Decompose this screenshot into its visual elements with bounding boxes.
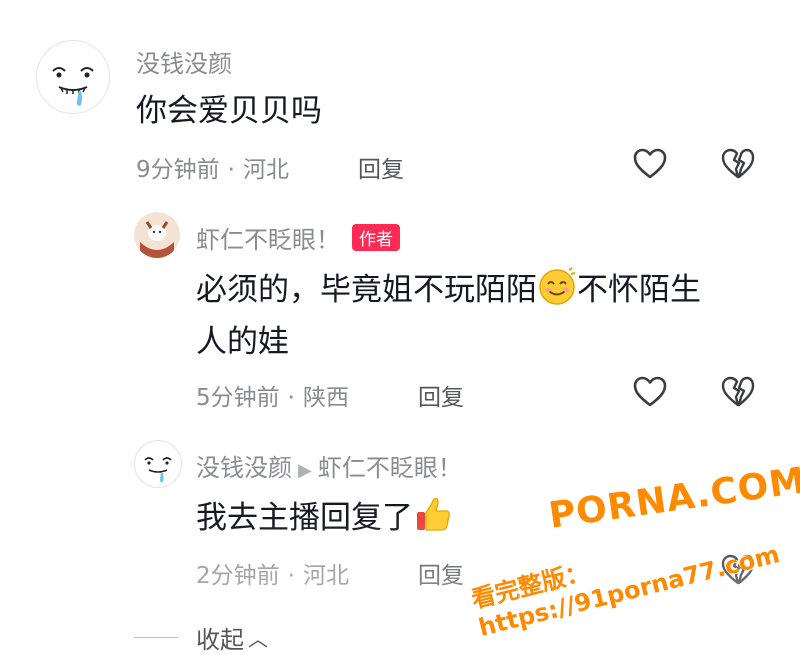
author-username[interactable]: 虾仁不眨眼！ (196, 226, 340, 254)
comment-text-part: 人的娃 (196, 324, 289, 360)
broken-heart-icon[interactable] (720, 374, 756, 410)
avatar[interactable] (36, 40, 110, 114)
comment-text-part: 我去主播回复了 (196, 500, 413, 536)
comment-meta: 9分钟前 · 河北 (136, 150, 289, 184)
smiling-face-emoji (537, 266, 577, 319)
reply-button[interactable]: 回复 (358, 150, 404, 184)
comment-username: 没钱没颜 ▶ 虾仁不眨眼！ (196, 448, 462, 483)
reply-target-username[interactable]: 虾仁不眨眼！ (318, 454, 462, 482)
comment-text-part: 不怀陌生 (577, 272, 701, 308)
comment-time: 9分钟前 (136, 157, 220, 183)
cartoon-avatar-icon (134, 212, 180, 258)
thumbs-up-emoji (413, 494, 453, 547)
comment-username[interactable]: 没钱没颜 (136, 44, 232, 79)
comment-location: 陕西 (302, 385, 349, 411)
comment-time: 2分钟前 (196, 563, 280, 589)
comment-text: 必须的，毕竟姐不玩陌陌 不怀陌生 人的娃 (196, 266, 756, 365)
meme-face-icon (136, 442, 180, 486)
comment-location: 河北 (302, 563, 349, 589)
heart-outline-icon[interactable] (632, 374, 668, 410)
comment-username: 虾仁不眨眼！ 作者 (196, 220, 400, 255)
heart-outline-icon[interactable] (632, 146, 668, 182)
reply-arrow-icon: ▶ (298, 460, 312, 481)
comment-text: 你会爱贝贝吗 (136, 93, 322, 129)
chevron-up-icon: ︿ (248, 627, 268, 651)
meme-face-icon (38, 42, 108, 112)
comment-location: 河北 (242, 157, 289, 183)
divider-line (134, 637, 178, 638)
reply-button[interactable]: 回复 (418, 378, 464, 412)
avatar[interactable] (134, 212, 180, 258)
comment-text-part: 必须的，毕竟姐不玩陌陌 (196, 272, 537, 308)
comment-meta: 5分钟前 · 陕西 (196, 378, 349, 412)
reply-button[interactable]: 回复 (418, 556, 464, 590)
comment-time: 5分钟前 (196, 385, 280, 411)
comment-text: 我去主播回复了 (196, 494, 453, 547)
separator-dot: · (227, 157, 235, 183)
author-badge: 作者 (352, 224, 400, 251)
separator-dot: · (287, 385, 295, 411)
avatar[interactable] (134, 440, 182, 488)
comment-meta: 2分钟前 · 河北 (196, 556, 349, 590)
reply-username[interactable]: 没钱没颜 (196, 454, 292, 482)
separator-dot: · (287, 563, 295, 589)
broken-heart-icon[interactable] (720, 146, 756, 182)
